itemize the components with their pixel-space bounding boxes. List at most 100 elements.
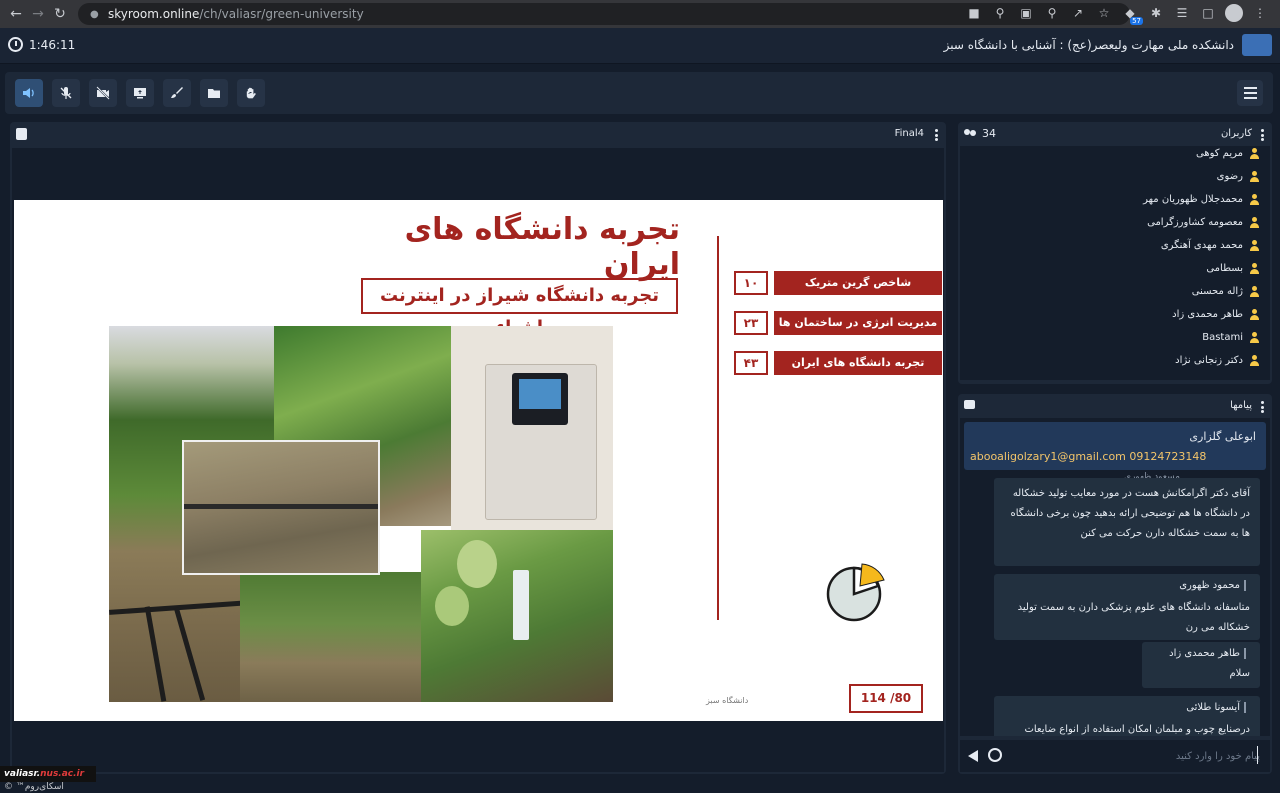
session-timer: 1:46:11 <box>8 37 75 52</box>
message-text: سلام <box>1229 668 1250 679</box>
zoom-icon[interactable]: ⚲ <box>1042 3 1062 23</box>
camera-button[interactable] <box>89 79 117 107</box>
users-count: 34 <box>964 127 996 140</box>
slide-title: تجربه دانشگاه های ایران <box>404 212 680 282</box>
user-row[interactable]: مریم کوهی <box>1196 146 1270 163</box>
browser-chrome: ← → ↻ ● skyroom.online/ch/valiasr/green-… <box>0 0 1280 28</box>
extensions-bar: ■ ⚲ ▣ ⚲ ↗ ☆ ◆ 57 ✱ ☰ □ ⋮ <box>964 3 1270 25</box>
user-name: ژاله محسنی <box>1191 285 1243 297</box>
send-icon[interactable] <box>968 750 978 762</box>
message-compose <box>960 740 1270 772</box>
translate-icon[interactable]: ▣ <box>1016 3 1036 23</box>
chat-icon <box>964 400 975 409</box>
mic-button[interactable] <box>52 79 80 107</box>
pinned-text: abooaligolzary1@gmail.com 09124723148 <box>970 450 1207 463</box>
camera-off-icon <box>96 86 110 100</box>
user-row[interactable]: ژاله محسنی <box>1192 281 1270 301</box>
emoji-icon[interactable] <box>988 748 1002 762</box>
messages-options-icon[interactable] <box>1261 401 1264 413</box>
room-title: دانشکده ملی مهارت ولیعصر(عج) : آشنایی با… <box>943 38 1234 52</box>
extension-icon[interactable]: ◆ 57 <box>1120 3 1143 25</box>
sidebar-icon[interactable]: □ <box>1198 3 1218 23</box>
room-logo <box>1242 34 1272 56</box>
forward-icon[interactable]: → <box>26 2 50 26</box>
users-options-icon[interactable] <box>1261 129 1264 141</box>
site-watermark: valiasr.nus.ac.ir <box>0 766 96 782</box>
message-item: آیسونا طلائی درصنایع چوب و مبلمان امکان … <box>994 696 1260 736</box>
user-row[interactable]: دکتر زنجانی نژاد <box>1175 350 1270 370</box>
user-name: محمدجلال ظهوریان مهر <box>1143 193 1243 205</box>
user-row[interactable]: محمد مهدی آهنگری <box>1161 235 1270 255</box>
main-menu-button[interactable] <box>1237 80 1263 106</box>
messages-list: مسعود ظهوری آقای دکتر اگرامکانش هست در م… <box>960 418 1270 736</box>
users-icon <box>964 128 978 139</box>
user-row[interactable]: محمدجلال ظهوریان مهر <box>1143 189 1270 209</box>
user-row[interactable]: طاهر محمدی زاد <box>1172 304 1270 324</box>
slide-subtitle: تجربه دانشگاه شیراز در اینترنت اشیاء <box>361 278 678 338</box>
lock-icon: ● <box>90 9 99 20</box>
whiteboard-button[interactable] <box>163 79 191 107</box>
user-icon <box>1249 354 1260 366</box>
presentation-options-icon[interactable] <box>935 129 938 141</box>
mic-off-icon <box>60 87 72 99</box>
messages-panel: پیامها مسعود ظهوری آقای دکتر اگرامکانش ه… <box>958 394 1272 774</box>
sensor-photo <box>421 530 613 702</box>
user-row[interactable]: بسطامی <box>1206 258 1270 278</box>
message-input[interactable] <box>1010 744 1260 768</box>
message-sender: محمود ظهوری <box>1179 580 1246 591</box>
message-text: آقای دکتر اگرامکانش هست در مورد معایب تو… <box>1010 488 1251 539</box>
slide-page-number: 114 /80 <box>849 684 923 713</box>
user-name: بسطامی <box>1206 262 1243 274</box>
folder-icon <box>208 89 220 98</box>
message-item: آقای دکتر اگرامکانش هست در مورد معایب تو… <box>994 478 1260 566</box>
user-icon <box>1249 308 1260 320</box>
slide-divider <box>717 236 719 620</box>
extension-badge: 57 <box>1130 17 1143 25</box>
user-name: مریم کوهی <box>1195 147 1243 159</box>
app-header: 1:46:11 دانشکده ملی مهارت ولیعصر(عج) : آ… <box>0 28 1280 64</box>
star-icon[interactable]: ☆ <box>1094 3 1114 23</box>
presentation-header: Final4 <box>10 122 946 146</box>
key-icon[interactable]: ⚲ <box>990 3 1010 23</box>
hand-icon <box>246 87 256 99</box>
browser-menu-icon[interactable]: ⋮ <box>1250 3 1270 23</box>
user-name: طاهر محمدی زاد <box>1172 308 1243 320</box>
files-button[interactable] <box>200 79 228 107</box>
profile-avatar[interactable] <box>1224 3 1244 23</box>
irrigation-photo <box>182 440 380 575</box>
screen-share-icon <box>134 88 146 99</box>
raise-hand-button[interactable] <box>237 79 265 107</box>
watermark-prefix: valiasr. <box>4 769 41 779</box>
timer-value: 1:46:11 <box>29 37 76 52</box>
toc-item: ۱۰ شاخص گرین متریک <box>734 271 943 295</box>
text-caret <box>1257 746 1258 764</box>
pie-chart-icon <box>826 563 885 622</box>
camera-icon[interactable]: ■ <box>964 3 984 23</box>
users-title: کاربران <box>1220 128 1252 139</box>
user-icon <box>1249 331 1260 343</box>
toc-item: ۲۳ مدیریت انرژی در ساختمان ها <box>734 311 943 335</box>
user-name: محمد مهدی آهنگری <box>1160 239 1243 251</box>
url-host: skyroom.online <box>108 7 200 21</box>
users-count-value: 34 <box>982 127 996 140</box>
pinned-message: ابوعلی گلزاری abooaligolzary1@gmail.com … <box>964 422 1266 470</box>
message-item: محمود ظهوری متاسفانه دانشگاه های علوم پز… <box>994 574 1260 640</box>
toc-label: شاخص گرین متریک <box>774 271 942 295</box>
toolbar <box>5 72 1273 114</box>
screen-share-button[interactable] <box>126 79 154 107</box>
message-item: طاهر محمدی زاد سلام <box>1142 642 1260 688</box>
share-icon[interactable]: ↗ <box>1068 3 1088 23</box>
users-header: 34 کاربران <box>958 122 1272 146</box>
back-icon[interactable]: ← <box>4 2 28 26</box>
user-row[interactable]: Bastami <box>1202 327 1270 347</box>
speaker-button[interactable] <box>15 79 43 107</box>
reload-icon[interactable]: ↻ <box>48 2 72 26</box>
brand-footer: اسکای‌روم™ © <box>4 782 64 792</box>
user-name: دکتر زنجانی نژاد <box>1175 354 1243 366</box>
user-row[interactable]: رضوی <box>1217 166 1270 186</box>
file-icon[interactable] <box>16 128 27 140</box>
messages-title: پیامها <box>1230 400 1252 411</box>
media-icon[interactable]: ☰ <box>1172 3 1192 23</box>
user-row[interactable]: معصومه کشاورزگرامی <box>1147 212 1270 232</box>
puzzle-icon[interactable]: ✱ <box>1146 3 1166 23</box>
